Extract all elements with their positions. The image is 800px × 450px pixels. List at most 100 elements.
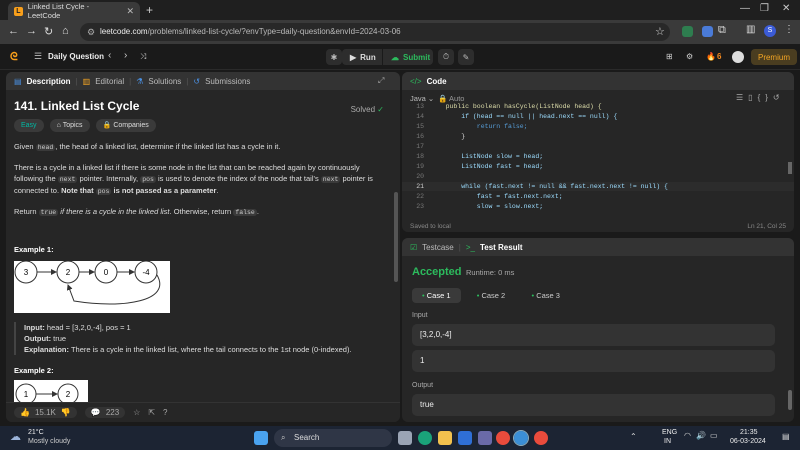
mail-icon[interactable] <box>458 431 472 445</box>
scrollbar[interactable] <box>788 390 792 410</box>
new-tab-icon[interactable]: + <box>146 3 153 17</box>
avatar[interactable] <box>732 51 744 63</box>
chrome-profile-icon[interactable] <box>513 430 529 446</box>
start-icon[interactable] <box>254 431 268 445</box>
premium-button[interactable]: Premium <box>751 49 797 65</box>
topics-button[interactable]: ⌂ Topics <box>49 119 90 132</box>
help-icon[interactable]: ? <box>163 408 167 417</box>
run-button[interactable]: ▶ Run <box>342 49 382 65</box>
minimize-icon[interactable]: — <box>740 3 750 14</box>
problem-list-icon[interactable]: ☰ <box>34 51 42 62</box>
wifi-icon[interactable]: ◠ <box>684 431 691 440</box>
battery-icon[interactable]: ▭ <box>710 431 718 440</box>
next-problem-icon[interactable]: › <box>124 50 127 61</box>
tab-editorial[interactable]: Editorial <box>95 77 124 86</box>
streak-fire-icon[interactable]: 🔥 <box>706 52 716 61</box>
case-1-tab[interactable]: • Case 1 <box>412 288 461 303</box>
code-editor[interactable]: 13 public boolean hasCycle(ListNode head… <box>402 102 794 210</box>
paragraph-1: Given head, the head of a linked list, d… <box>14 142 281 151</box>
cloud-upload-icon: ☁ <box>391 52 399 62</box>
chevron-up-icon[interactable]: ⌃ <box>630 432 637 441</box>
case-3-tab[interactable]: • Case 3 <box>521 288 570 303</box>
reload-icon[interactable]: ↻ <box>44 25 53 38</box>
settings-gear-icon[interactable]: ⚙ <box>686 52 693 61</box>
tab-submissions[interactable]: Submissions <box>205 77 250 86</box>
difficulty-badge: Easy <box>14 119 44 132</box>
sidebar-icon[interactable]: ▥ <box>746 24 755 35</box>
chrome-icon[interactable] <box>496 431 510 445</box>
output-value: true <box>412 394 775 416</box>
like-count: 15.1K <box>34 408 56 417</box>
window-close-icon[interactable]: ✕ <box>782 3 790 14</box>
scrollbar[interactable] <box>394 192 398 282</box>
shuffle-icon[interactable]: ⤨ <box>140 52 146 62</box>
edge-icon[interactable] <box>418 431 432 445</box>
extension-icon[interactable] <box>682 26 693 37</box>
example-1-diagram: 3 2 0 -4 <box>14 260 170 313</box>
expand-icon[interactable]: ⤢ <box>378 76 384 86</box>
daily-question-link[interactable]: Daily Question <box>48 52 104 61</box>
leetcode-logo-icon[interactable]: ᘓ <box>10 51 18 64</box>
profile-avatar[interactable]: S <box>764 25 776 37</box>
task-view-icon[interactable] <box>398 431 412 445</box>
region-code[interactable]: IN <box>664 438 671 445</box>
share-icon[interactable]: ⇱ <box>148 408 155 417</box>
url-input[interactable]: ⚙ leetcode.com/problems/linked-list-cycl… <box>80 23 670 41</box>
star-icon[interactable]: ☆ <box>655 25 665 38</box>
address-bar-row: ← → ↻ ⌂ ⚙ leetcode.com/problems/linked-l… <box>0 20 800 44</box>
terminal-icon: >_ <box>465 242 475 252</box>
editor-tools[interactable]: ☰▯{}↺ <box>736 93 785 102</box>
leetcode-navbar: ᘓ ☰ Daily Question ‹ › ⤨ ✱ ▶ Run ☁ Submit … <box>0 44 800 70</box>
menu-icon[interactable]: ⋮ <box>784 24 794 35</box>
scrollbar[interactable] <box>788 162 792 174</box>
search-box[interactable]: ⌕ Search <box>274 429 392 447</box>
description-panel: ▤ Description | ▥ Editorial | ⚗ Solution… <box>6 72 400 422</box>
clock-time[interactable]: 21:35 <box>740 429 758 436</box>
paragraph-2: There is a cycle in a linked list if the… <box>14 163 373 195</box>
thumbs-up-icon[interactable]: 👍 <box>20 408 30 417</box>
back-icon[interactable]: ← <box>8 25 19 37</box>
layout-icon[interactable]: ⊞ <box>666 52 673 61</box>
star-icon[interactable]: ☆ <box>133 408 140 417</box>
node-value: 0 <box>104 268 109 277</box>
chrome-icon[interactable] <box>534 431 548 445</box>
submit-button[interactable]: ☁ Submit <box>383 49 433 65</box>
thumbs-down-icon[interactable]: 👎 <box>61 408 71 417</box>
timer-icon[interactable]: ⏱ <box>438 49 454 65</box>
weather-icon[interactable]: ☁ <box>10 430 21 443</box>
tab-test-result[interactable]: Test Result <box>480 243 523 252</box>
editorial-icon: ▥ <box>82 76 91 86</box>
file-explorer-icon[interactable] <box>438 431 452 445</box>
language-code[interactable]: ENG <box>662 429 677 436</box>
store-icon[interactable] <box>478 431 492 445</box>
clock-date[interactable]: 06-03-2024 <box>730 438 766 445</box>
close-icon[interactable]: ✕ <box>126 6 134 17</box>
prev-problem-icon[interactable]: ‹ <box>108 50 111 61</box>
example-2-title: Example 2: <box>14 366 54 375</box>
tab-solutions[interactable]: Solutions <box>148 77 181 86</box>
paragraph-3: Return true if there is a cycle in the l… <box>14 207 259 216</box>
debug-icon[interactable]: ✱ <box>326 49 342 65</box>
tag-icon: ⌂ <box>56 122 61 129</box>
notification-icon[interactable]: ▤ <box>782 432 790 441</box>
home-icon[interactable]: ⌂ <box>62 25 69 37</box>
volume-icon[interactable]: 🔊 <box>696 431 706 440</box>
maximize-icon[interactable]: ❐ <box>760 3 769 14</box>
url-path: /problems/linked-list-cycle/?envType=dai… <box>147 27 401 36</box>
node-value: 2 <box>66 390 71 399</box>
case-2-tab[interactable]: • Case 2 <box>467 288 516 303</box>
output-label: Output <box>412 382 434 389</box>
streak-count: 6 <box>717 52 722 61</box>
forward-icon[interactable]: → <box>26 25 37 37</box>
tab-description[interactable]: Description <box>27 77 71 86</box>
input-label: Input <box>412 312 428 319</box>
tab-testcase[interactable]: Testcase <box>422 243 454 252</box>
example-1-title: Example 1: <box>14 245 54 254</box>
companies-button[interactable]: 🔒 Companies <box>95 119 156 132</box>
comments-button[interactable]: 💬 223 <box>84 407 126 418</box>
browser-tab[interactable]: L Linked List Cycle - LeetCode ✕ <box>8 2 140 20</box>
extensions-icon[interactable]: ⧉ <box>718 24 726 37</box>
notes-icon[interactable]: ✎ <box>458 49 474 65</box>
extension-icon[interactable] <box>702 26 713 37</box>
site-info-icon[interactable]: ⚙ <box>87 23 95 41</box>
